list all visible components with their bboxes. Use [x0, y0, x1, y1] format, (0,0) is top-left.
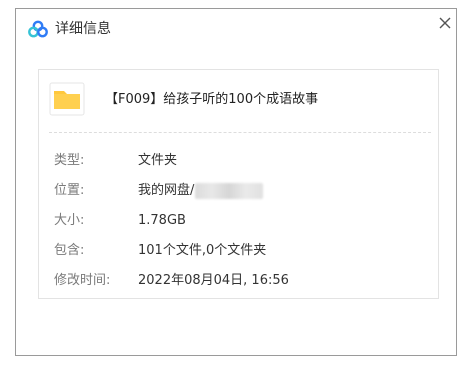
close-icon[interactable] [437, 14, 453, 32]
type-value: 文件夹 [138, 153, 178, 168]
size-label: 大小: [54, 213, 85, 228]
redacted-path [195, 182, 264, 199]
contains-value: 101个文件,0个文件夹 [138, 243, 267, 258]
detail-row-modified: 修改时间: 2022年08月04日, 16:56 [39, 271, 439, 291]
file-name: 【F009】给孩子听的100个成语故事 [105, 92, 319, 107]
dialog-titlebar[interactable]: 详细信息 [16, 9, 456, 49]
detail-row-contains: 包含: 101个文件,0个文件夹 [39, 241, 439, 261]
location-value-wrap: 我的网盘/ [138, 181, 264, 201]
location-label: 位置: [54, 183, 85, 198]
detail-row-location: 位置: 我的网盘/ [39, 181, 439, 201]
modified-label: 修改时间: [54, 273, 111, 288]
size-value: 1.78GB [138, 213, 186, 228]
detail-row-size: 大小: 1.78GB [39, 211, 439, 231]
modified-value: 2022年08月04日, 16:56 [138, 273, 289, 288]
folder-icon [49, 82, 85, 116]
location-value[interactable]: 我的网盘/ [138, 183, 194, 198]
type-label: 类型: [54, 153, 85, 168]
details-card: 【F009】给孩子听的100个成语故事 类型: 文件夹 位置: 我的网盘/ 大小… [38, 69, 439, 299]
cloud-icon [28, 20, 48, 38]
contains-label: 包含: [54, 243, 85, 258]
dialog-title: 详细信息 [55, 21, 111, 37]
detail-row-type: 类型: 文件夹 [39, 151, 439, 171]
divider [49, 132, 431, 133]
file-details-dialog: 详细信息 【F009】给孩子听的100个成语故事 类型: 文件夹 位置: 我的网… [15, 8, 457, 356]
